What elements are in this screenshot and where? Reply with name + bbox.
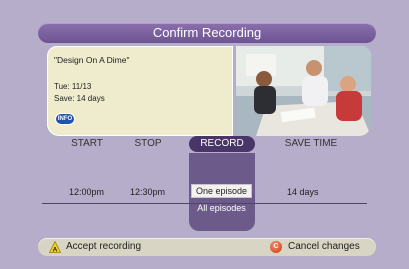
stop-time-value: 12:30pm — [130, 187, 166, 197]
column-header-record[interactable]: RECORD — [189, 136, 255, 152]
confirm-recording-screen: Confirm Recording "Design On A Dime" Tue… — [0, 0, 409, 269]
program-date: Tue: 11/13 — [54, 82, 92, 91]
info-button[interactable]: INFO — [55, 113, 75, 125]
cancel-changes-label[interactable]: Cancel changes — [288, 241, 360, 253]
program-thumbnail — [236, 46, 371, 136]
program-thumbnail-image — [236, 46, 371, 136]
column-header-start: START — [71, 138, 103, 149]
save-time-value: 14 days — [287, 187, 319, 197]
accept-recording-label[interactable]: Accept recording — [66, 241, 141, 253]
page-title: Confirm Recording — [38, 23, 376, 43]
record-option-selected[interactable]: One episode — [191, 184, 252, 198]
column-header-stop: STOP — [134, 138, 162, 149]
footer-bar: A Accept recording C Cancel changes — [38, 238, 376, 256]
start-time-value: 12:00pm — [69, 187, 105, 197]
program-info-panel: "Design On A Dime" Tue: 11/13 Save: 14 d… — [47, 46, 233, 136]
record-option-all-episodes[interactable]: All episodes — [191, 202, 252, 214]
program-title: "Design On A Dime" — [54, 55, 130, 65]
a-key-label: A — [53, 246, 58, 253]
c-key-icon[interactable]: C — [270, 241, 282, 253]
program-save-duration: Save: 14 days — [54, 94, 105, 103]
a-key-icon[interactable]: A — [49, 241, 61, 253]
column-header-save-time: SAVE TIME — [284, 138, 338, 149]
